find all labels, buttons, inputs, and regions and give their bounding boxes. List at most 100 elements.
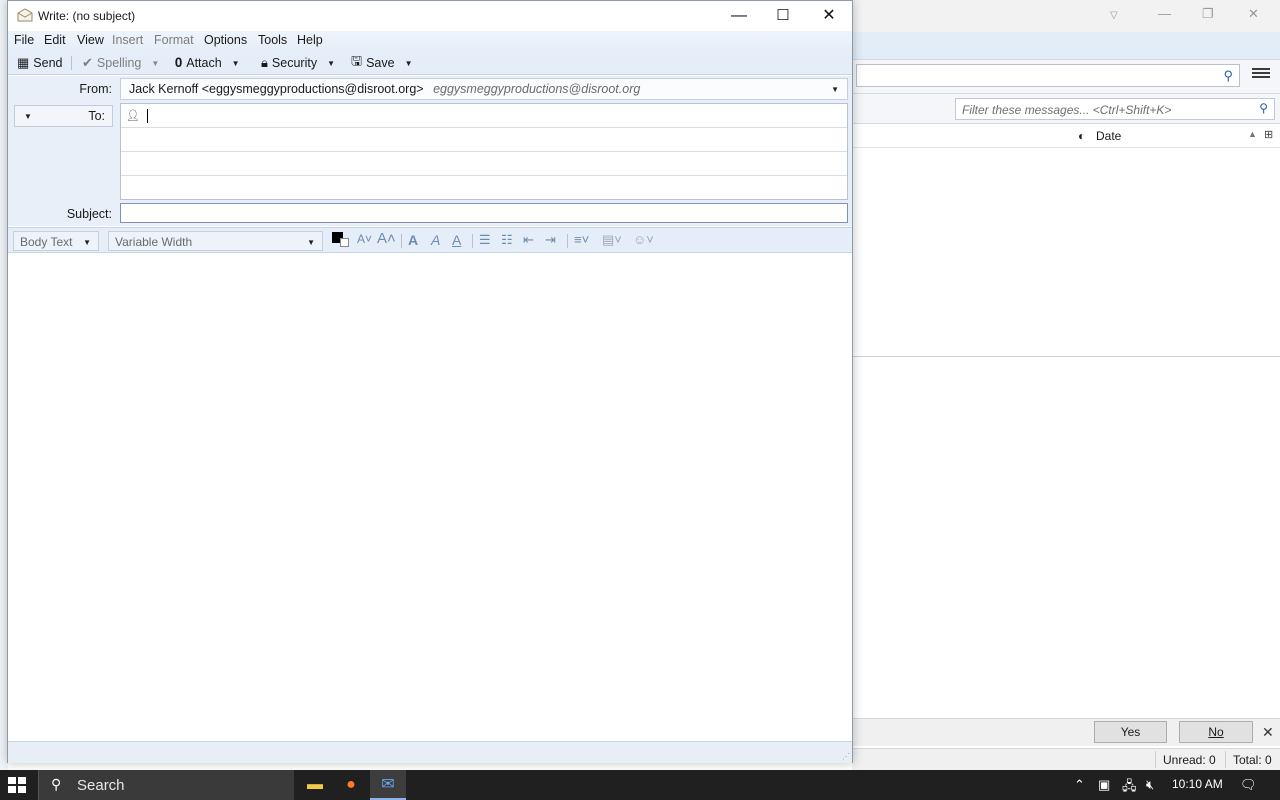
send-icon: ▦	[17, 55, 30, 70]
recipient-row[interactable]	[121, 128, 847, 152]
volume-muted-icon[interactable]: 🔇︎	[1146, 777, 1154, 793]
app-menu-icon[interactable]	[1252, 66, 1270, 82]
notifications-icon[interactable]: 🗨︎	[1240, 777, 1257, 793]
compose-window: Write: (no subject) — ☐ ✕ File Edit View…	[7, 0, 853, 763]
security-label: Security	[271, 56, 318, 70]
from-select[interactable]: Jack Kernoff <eggysmeggyproductions@disr…	[120, 78, 848, 100]
to-label: To:	[88, 109, 105, 123]
spelling-button[interactable]: ✔ Spelling ▼	[82, 54, 159, 72]
compose-status-bar: ⋰	[8, 741, 852, 763]
outdent-icon[interactable]: ⇤	[523, 232, 534, 248]
save-button[interactable]: 🖫 Save ▼	[351, 53, 413, 72]
from-identity: Jack Kernoff <eggysmeggyproductions@disr…	[129, 82, 424, 96]
recipient-row[interactable]: 👤︎	[121, 104, 847, 128]
decrease-font-size-icon[interactable]: A˅	[357, 232, 372, 246]
background-color-icon[interactable]	[340, 238, 349, 247]
search-icon: ⚲	[1259, 101, 1268, 115]
chevron-down-icon[interactable]: ▽	[1110, 10, 1118, 21]
from-alias: eggysmeggyproductions@disroot.org	[433, 82, 641, 96]
file-explorer-icon[interactable]: ▬	[297, 770, 333, 800]
close-icon[interactable]: ✕	[1262, 724, 1274, 741]
chevron-down-icon: ▼	[24, 112, 32, 121]
bold-icon[interactable]: A	[408, 232, 418, 248]
menu-bar: File Edit View Insert Format Options Too…	[8, 31, 852, 51]
compose-titlebar[interactable]: Write: (no subject) — ☐ ✕	[8, 1, 852, 31]
global-search-input[interactable]: ⚲	[856, 64, 1240, 87]
close-icon[interactable]: ✕	[806, 3, 852, 29]
meet-now-icon[interactable]: ▣	[1098, 777, 1110, 793]
search-icon: ⚲	[1223, 68, 1233, 83]
insert-image-icon[interactable]: ▤˅	[602, 232, 622, 248]
address-header: From: Jack Kernoff <eggysmeggyproduction…	[8, 76, 852, 226]
unread-count: Unread: 0	[1163, 753, 1216, 767]
windows-start-icon[interactable]	[8, 777, 26, 793]
network-icon[interactable]: 🖧︎	[1122, 777, 1137, 799]
menu-view[interactable]: View	[77, 33, 104, 47]
chevron-down-icon[interactable]: ▼	[232, 59, 240, 68]
font-value: Variable Width	[115, 235, 193, 249]
no-button[interactable]: No	[1179, 721, 1253, 743]
recipient-list: 👤︎	[120, 103, 848, 200]
maximize-icon[interactable]: ☐	[760, 3, 806, 29]
firefox-icon[interactable]: ●	[333, 770, 369, 800]
thread-column-header: ◐ Date ▲ ⊞	[852, 124, 1280, 148]
text-caret	[147, 109, 148, 123]
italic-icon[interactable]: A	[431, 232, 440, 248]
chevron-down-icon[interactable]: ▼	[327, 59, 335, 68]
floppy-disk-icon: 🖫	[351, 53, 363, 68]
filter-messages-input[interactable]: Filter these messages... <Ctrl+Shift+K> …	[955, 98, 1275, 120]
menu-edit[interactable]: Edit	[44, 33, 66, 47]
format-toolbar: Body Text ▼ Variable Width ▼ A˅ A˄ A A A…	[8, 227, 852, 253]
restore-icon[interactable]: ❐	[1202, 6, 1214, 22]
insert-emoji-icon[interactable]: ☺˅	[633, 232, 654, 247]
chevron-down-icon: ▼	[307, 238, 315, 247]
menu-insert[interactable]: Insert	[112, 33, 143, 47]
numbered-list-icon[interactable]: ☷	[501, 232, 513, 248]
send-button[interactable]: ▦ Send	[17, 54, 63, 72]
indent-icon[interactable]: ⇥	[545, 232, 556, 248]
menu-help[interactable]: Help	[297, 33, 323, 47]
taskbar-search-box[interactable]: ⚲ Search	[38, 770, 294, 800]
resize-grip-icon[interactable]: ⋰	[842, 752, 850, 761]
increase-font-size-icon[interactable]: A˄	[377, 230, 396, 247]
save-label: Save	[366, 56, 395, 70]
junk-status-icon[interactable]: ◐	[1078, 129, 1085, 143]
minimize-icon[interactable]: —	[716, 3, 762, 29]
paragraph-style-select[interactable]: Body Text ▼	[13, 231, 99, 251]
align-icon[interactable]: ≡˅	[574, 232, 589, 247]
contact-icon: 👤︎	[126, 110, 140, 122]
recipient-row[interactable]	[121, 176, 847, 200]
attach-button[interactable]: 𝟎 Attach ▼	[175, 54, 240, 72]
sort-ascending-icon: ▲	[1248, 129, 1257, 139]
column-picker-icon[interactable]: ⊞	[1264, 128, 1273, 141]
chevron-down-icon[interactable]: ▼	[151, 59, 159, 68]
yes-button[interactable]: Yes	[1094, 721, 1167, 743]
minimize-icon[interactable]: —	[1158, 6, 1171, 21]
recipient-type-select[interactable]: ▼ To:	[14, 105, 113, 127]
main-status-bar: Unread: 0 Total: 0	[852, 748, 1280, 770]
font-select[interactable]: Variable Width ▼	[108, 231, 323, 251]
filter-placeholder: Filter these messages... <Ctrl+Shift+K>	[962, 103, 1172, 117]
spelling-label: Spelling	[96, 56, 142, 70]
close-icon[interactable]: ✕	[1248, 6, 1259, 22]
compose-toolbar: ▦ Send ✔ Spelling ▼ 𝟎 Attach ▼ 🔒︎ Securi…	[8, 51, 852, 75]
subject-input[interactable]	[120, 203, 848, 223]
menu-format[interactable]: Format	[154, 33, 194, 47]
column-date[interactable]: Date	[1096, 129, 1121, 143]
taskbar-search-label: Search	[77, 777, 125, 794]
recipient-row[interactable]	[121, 152, 847, 176]
paperclip-icon: 𝟎	[175, 55, 183, 70]
underline-icon[interactable]: A	[452, 232, 461, 248]
clock[interactable]: 10:10 AM	[1172, 777, 1223, 791]
show-hidden-icons-icon[interactable]: ⌃	[1074, 777, 1085, 793]
security-button[interactable]: 🔒︎ Security ▼	[261, 54, 335, 72]
menu-options[interactable]: Options	[204, 33, 247, 47]
pane-splitter[interactable]	[852, 356, 1280, 357]
menu-tools[interactable]: Tools	[258, 33, 287, 47]
menu-file[interactable]: File	[14, 33, 34, 47]
bulleted-list-icon[interactable]: ☰	[479, 232, 491, 248]
chevron-down-icon[interactable]: ▼	[405, 59, 413, 68]
thunderbird-icon[interactable]: ✉	[370, 770, 406, 800]
message-body-editor[interactable]	[8, 254, 852, 741]
main-toolbar	[852, 32, 1280, 60]
